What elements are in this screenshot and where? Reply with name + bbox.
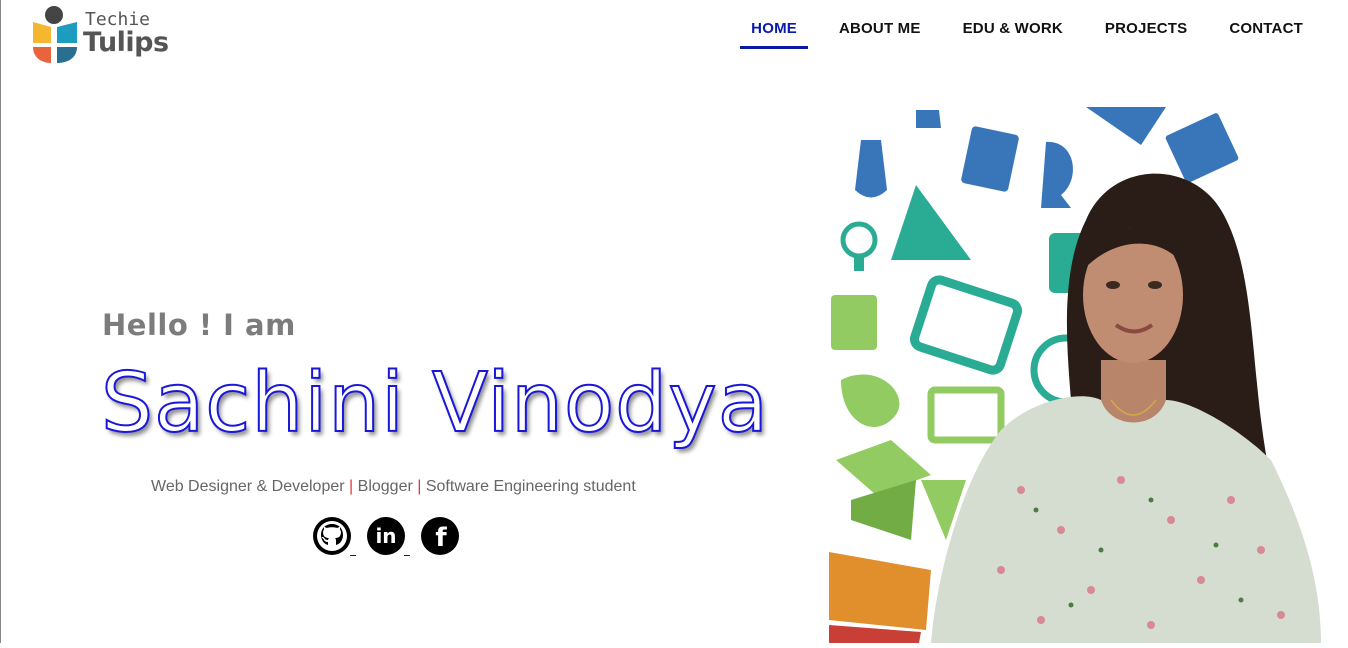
hero-tagline: Web Designer & Developer | Blogger | Sof… bbox=[151, 478, 636, 496]
role-2: Blogger bbox=[357, 478, 413, 495]
tagline-separator: | bbox=[417, 478, 422, 495]
hero-greeting: Hello ! I am bbox=[102, 308, 296, 342]
nav-home[interactable]: HOME bbox=[730, 0, 818, 56]
linkedin-link[interactable]: in bbox=[366, 516, 410, 556]
nav-edu-work[interactable]: EDU & WORK bbox=[942, 0, 1084, 56]
github-icon bbox=[313, 517, 351, 555]
tagline-separator: | bbox=[349, 478, 354, 495]
nav-about-me[interactable]: ABOUT ME bbox=[818, 0, 942, 56]
linkedin-icon: in bbox=[367, 517, 405, 555]
facebook-icon: f bbox=[421, 517, 459, 555]
role-1: Web Designer & Developer bbox=[151, 478, 345, 495]
hero-name: Sachini Vinodya bbox=[100, 355, 769, 452]
tulip-logo-icon bbox=[33, 6, 77, 63]
education-icons-portrait-image bbox=[829, 107, 1321, 643]
linkedin-glyph: in bbox=[375, 524, 396, 548]
role-3: Software Engineering student bbox=[425, 478, 636, 495]
nav-contact[interactable]: CONTACT bbox=[1208, 0, 1324, 56]
hero-illustration bbox=[821, 100, 1341, 643]
facebook-link[interactable]: f bbox=[420, 516, 460, 556]
nav-projects[interactable]: PROJECTS bbox=[1084, 0, 1208, 56]
brand-line-2: Tulips bbox=[83, 27, 169, 58]
site-logo[interactable]: Techie Tulips bbox=[31, 5, 171, 65]
github-link[interactable] bbox=[312, 516, 356, 556]
social-links: in f bbox=[312, 516, 460, 556]
facebook-glyph: f bbox=[435, 523, 447, 553]
main-nav: HOME ABOUT ME EDU & WORK PROJECTS CONTAC… bbox=[730, 0, 1324, 56]
